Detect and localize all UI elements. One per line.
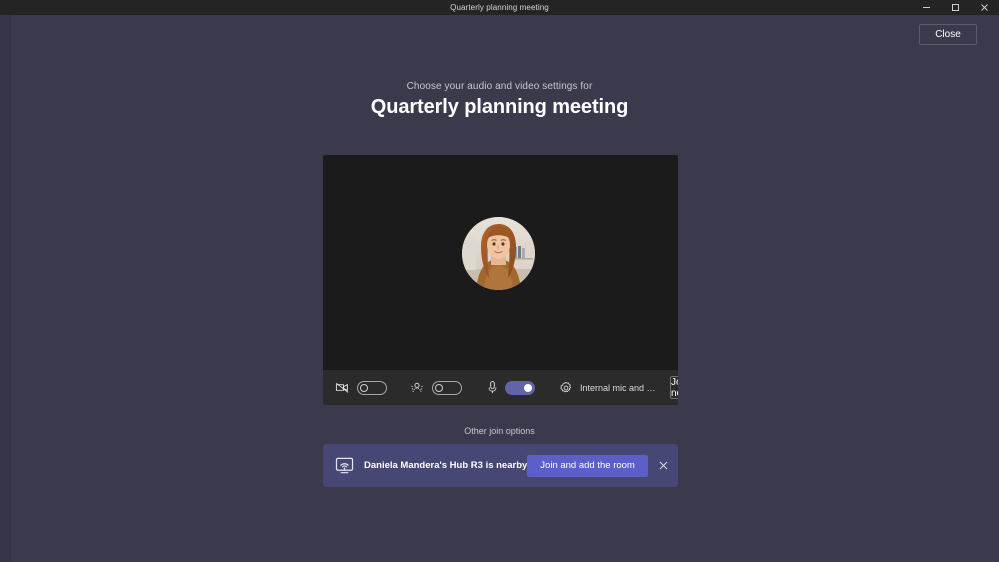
window-title: Quarterly planning meeting: [450, 3, 549, 12]
camera-control: [334, 380, 387, 396]
dismiss-banner-close-icon[interactable]: [654, 456, 674, 476]
microphone-toggle-knob: [524, 383, 532, 392]
background-effects-toggle[interactable]: [432, 380, 462, 395]
camera-toggle[interactable]: [357, 380, 387, 395]
background-effects-control: [409, 380, 462, 396]
camera-toggle-knob: [360, 383, 368, 392]
cast-screen-icon: [334, 457, 354, 475]
window-controls: [912, 0, 999, 15]
nearby-room-banner: Daniela Mandera's Hub R3 is nearby Join …: [323, 444, 678, 487]
prejoin-subtitle: Choose your audio and video settings for: [406, 81, 593, 92]
settings-gear-icon[interactable]: [558, 380, 574, 396]
minimize-icon[interactable]: [912, 0, 941, 15]
other-join-options-label: Other join options: [464, 426, 535, 436]
window-titlebar: Quarterly planning meeting: [0, 0, 999, 15]
close-icon[interactable]: [970, 0, 999, 15]
microphone-icon[interactable]: [486, 380, 498, 396]
participant-avatar: [462, 217, 535, 290]
nearby-room-message: Daniela Mandera's Hub R3 is nearby: [364, 460, 528, 471]
maximize-icon[interactable]: [941, 0, 970, 15]
background-blur-icon[interactable]: [409, 380, 425, 396]
microphone-control: [486, 380, 535, 396]
prejoin-screen: Close Choose your audio and video settin…: [0, 15, 999, 562]
prejoin-control-bar: Internal mic and spe... Join now: [323, 370, 678, 405]
join-and-add-room-button[interactable]: Join and add the room: [527, 454, 648, 477]
join-now-button[interactable]: Join now: [670, 376, 678, 399]
background-effects-toggle-knob: [435, 383, 443, 392]
microphone-toggle[interactable]: [505, 380, 535, 395]
device-settings-control: Internal mic and spe...: [558, 380, 658, 396]
prejoin-title: Quarterly planning meeting: [370, 96, 629, 118]
camera-off-icon[interactable]: [334, 380, 350, 396]
video-preview: Internal mic and spe... Join now: [323, 155, 678, 405]
device-settings-label[interactable]: Internal mic and spe...: [580, 383, 658, 393]
close-button[interactable]: Close: [919, 24, 977, 45]
